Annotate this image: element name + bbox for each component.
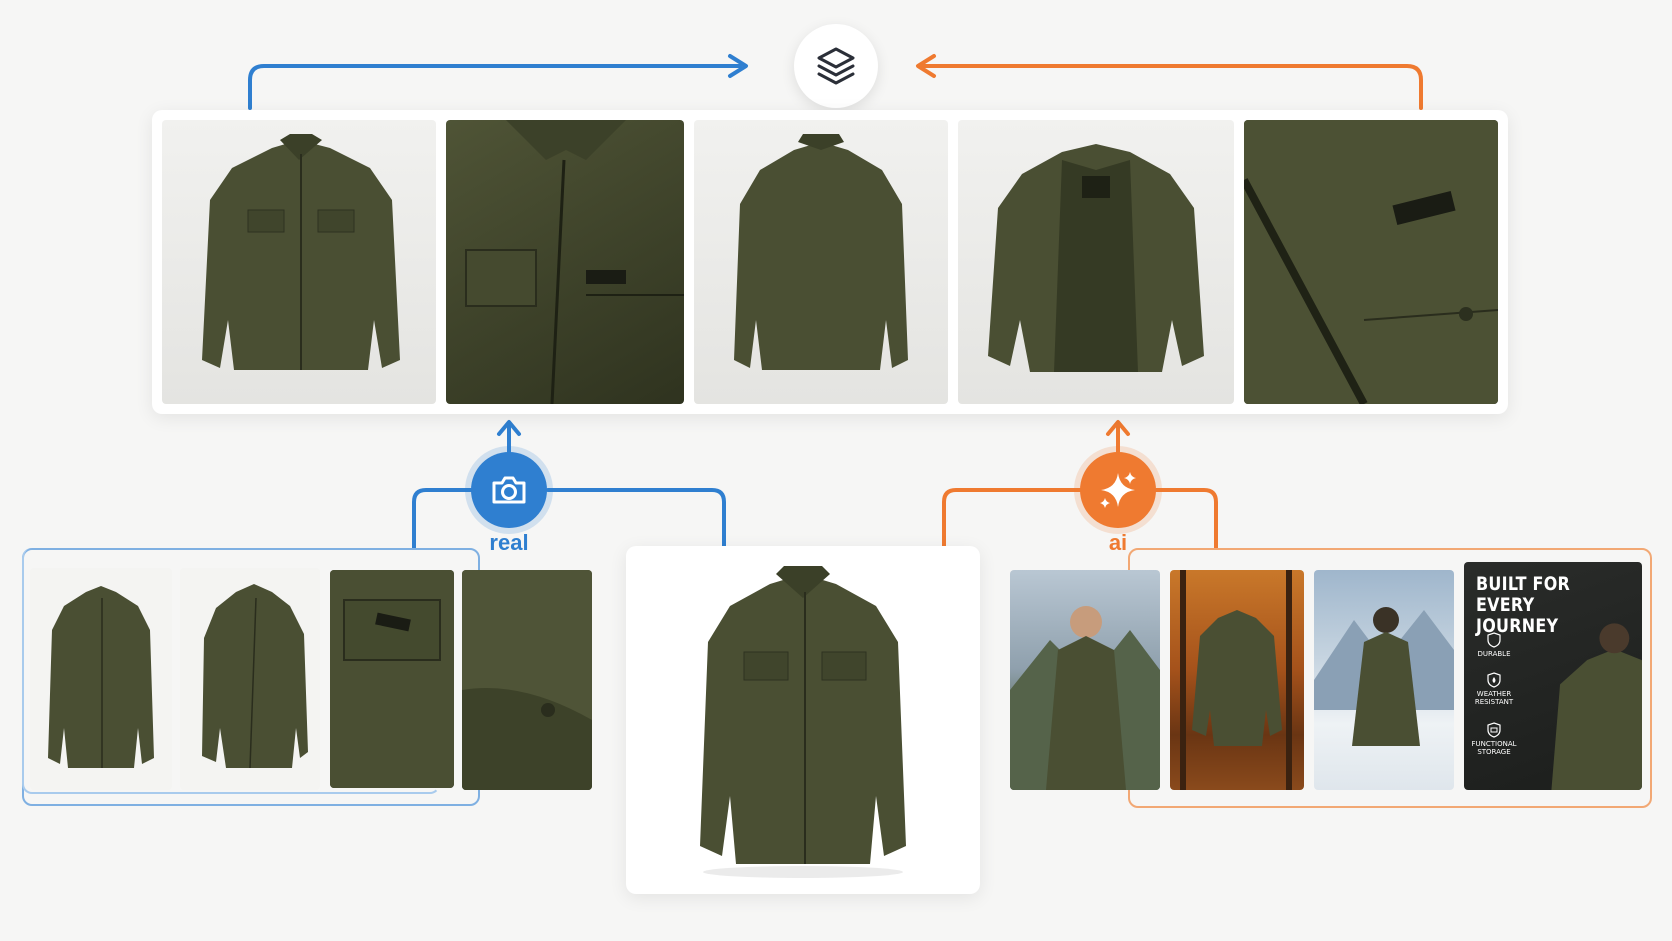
real-photo-pocket — [330, 570, 454, 788]
suite-card — [152, 110, 1508, 414]
real-photo-front — [30, 568, 172, 790]
source-product-image — [700, 566, 906, 878]
connector-real-right — [546, 488, 726, 550]
suite-image-front — [162, 120, 436, 404]
poster-feature-weather: WEATHER RESISTANT — [1470, 672, 1518, 706]
poster-feature-label: FUNCTIONAL STORAGE — [1471, 740, 1517, 756]
ai-image-snow-mountain — [1314, 570, 1454, 790]
poster-title-line1: BUILT FOR — [1476, 573, 1571, 595]
suite-image-open-inner — [958, 120, 1234, 404]
sparkle-icon — [1100, 472, 1136, 508]
poster-feature-storage: FUNCTIONAL STORAGE — [1470, 722, 1518, 756]
suite-image-back — [694, 120, 948, 404]
poster-feature-label: DURABLE — [1477, 650, 1511, 658]
real-photo-side — [180, 568, 320, 790]
ai-image-autumn-forest — [1170, 570, 1304, 790]
poster-feature-label: WEATHER RESISTANT — [1474, 690, 1514, 706]
poster-model-image — [1551, 623, 1642, 790]
connector-ai-to-suite — [920, 64, 1423, 110]
camera-icon — [492, 476, 526, 504]
storage-icon — [1487, 722, 1501, 738]
source-product-card — [626, 546, 980, 894]
real-node — [471, 452, 547, 528]
shield-icon — [1487, 632, 1501, 648]
ai-node — [1080, 452, 1156, 528]
suite-image-detail-collar — [446, 120, 684, 404]
poster-feature-durable: DURABLE — [1470, 632, 1518, 658]
suite-node — [794, 24, 878, 108]
layers-icon — [817, 47, 855, 85]
weather-icon — [1487, 672, 1501, 688]
real-photo-cuff — [462, 570, 592, 790]
ai-image-model-outdoors — [1010, 570, 1160, 790]
connector-real-to-suite — [248, 64, 742, 110]
suite-image-closeup — [1244, 120, 1498, 404]
ai-image-poster: BUILT FOR EVERY JOURNEY DURABLE WEATHER … — [1464, 562, 1642, 790]
